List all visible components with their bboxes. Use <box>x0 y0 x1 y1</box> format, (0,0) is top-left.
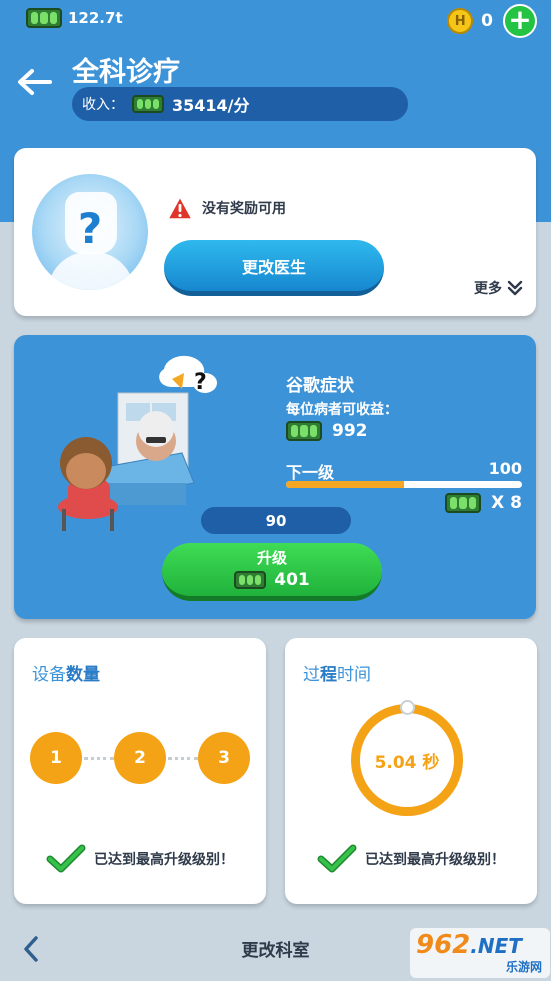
next-level-progress-fill <box>286 481 404 488</box>
unknown-doctor-icon: ? <box>77 204 103 253</box>
per-patient-value: 992 <box>332 421 368 441</box>
upgrade-label: 升级 <box>256 549 287 567</box>
process-time-title: 过程时间 <box>303 665 371 685</box>
cash-icon <box>286 421 322 441</box>
checkmark-icon <box>317 844 357 873</box>
add-coins-button[interactable]: + <box>503 4 537 38</box>
upgrade-cost: 401 <box>162 570 382 590</box>
multiplier-value: X 8 <box>491 493 522 513</box>
equipment-card: 设备数量 1 2 3 已达到最高升级级别！ <box>14 638 266 904</box>
chevron-down-icon <box>507 280 523 296</box>
upgrade-cost-value: 401 <box>274 570 310 590</box>
income-value: 35414/分 <box>172 96 250 115</box>
income-multiplier: X 8 <box>445 493 522 513</box>
process-maxed-text: 已达到最高升级级别！ <box>365 852 505 868</box>
coin-amount: 0 <box>481 11 493 31</box>
equipment-slot-3: 3 <box>198 732 250 784</box>
process-time-card: 过程时间 5.04 秒 已达到最高升级级别！ <box>285 638 537 904</box>
change-doctor-button[interactable]: 更改医生 <box>164 240 384 296</box>
equipment-slot-2: 2 <box>114 732 166 784</box>
watermark-logo: 962.NET 乐游网 <box>410 928 550 978</box>
equipment-slots: 1 2 3 <box>30 732 250 784</box>
coin-icon: H <box>447 8 474 34</box>
svg-text:?: ? <box>194 370 207 395</box>
process-maxed-notice: 已达到最高升级级别！ <box>285 844 537 874</box>
no-reward-notice: 没有奖励可用 <box>166 195 286 221</box>
cash-amount: 122.7t <box>68 9 123 27</box>
back-arrow-icon[interactable] <box>14 62 54 102</box>
coin-display: H 0 <box>447 8 493 34</box>
disease-name: 谷歌症状 <box>286 376 354 396</box>
cash-display: 122.7t <box>26 8 123 28</box>
page-title: 全科诊疗 <box>72 57 180 88</box>
cash-icon <box>234 571 267 589</box>
doctor-card: ? 没有奖励可用 更改医生 更多 <box>14 148 536 316</box>
per-patient-income: 992 <box>286 421 368 441</box>
cash-icon <box>26 8 62 28</box>
checkmark-icon <box>46 844 86 873</box>
next-level-target: 100 <box>488 459 522 478</box>
current-level: 90 <box>201 507 351 534</box>
upgrade-button[interactable]: 升级 401 <box>162 543 382 601</box>
more-label: 更多 <box>474 281 502 297</box>
no-reward-text: 没有奖励可用 <box>202 201 286 217</box>
warning-icon <box>167 196 193 220</box>
doctor-avatar: ? <box>32 174 148 290</box>
equipment-title: 设备数量 <box>32 665 100 685</box>
income-label: 收入： <box>82 97 124 113</box>
equipment-maxed-text: 已达到最高升级级别！ <box>94 852 234 868</box>
equipment-slot-1: 1 <box>30 732 82 784</box>
cash-icon <box>445 493 482 513</box>
cash-icon <box>132 95 164 113</box>
slot-connector <box>84 757 114 760</box>
process-time-value: 5.04 秒 <box>374 752 440 773</box>
next-level-label: 下一级 <box>286 463 335 482</box>
slot-connector <box>168 757 198 760</box>
upgrade-card: ? 谷歌症状 每位病者可收益： 992 下一级 100 X 8 90 升级 40… <box>14 335 536 619</box>
next-level-progress <box>286 481 522 488</box>
per-patient-label: 每位病者可收益： <box>286 402 398 418</box>
income-display: 收入： 35414/分 <box>72 87 408 121</box>
more-button[interactable]: 更多 <box>474 278 524 298</box>
equipment-maxed-notice: 已达到最高升级级别！ <box>14 844 266 874</box>
